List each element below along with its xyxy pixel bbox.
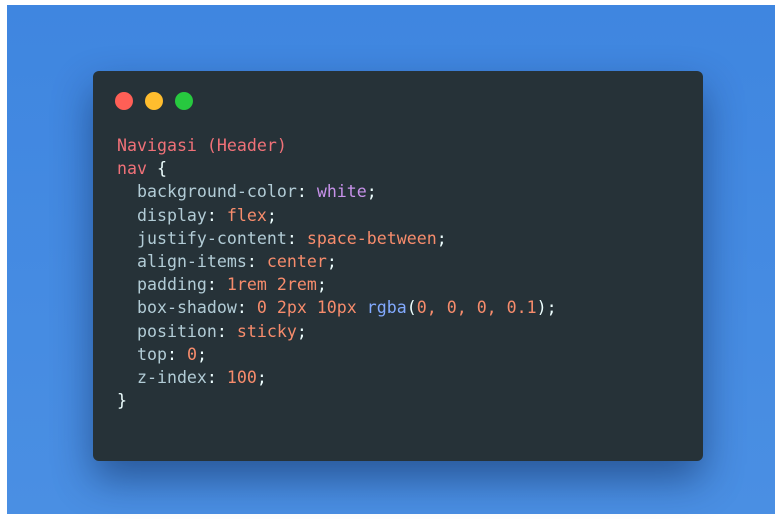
- zoom-dot: [175, 92, 193, 110]
- code-window: Navigasi (Header) nav { background-color:…: [93, 71, 703, 461]
- code-selector-line: nav {: [117, 157, 557, 180]
- open-brace: {: [156, 159, 167, 179]
- css-property: box-shadow: [136, 298, 237, 318]
- blue-background: Navigasi (Header) nav { background-color:…: [7, 5, 775, 514]
- css-value: 0 2px 10px: [256, 298, 357, 318]
- css-value: center: [266, 251, 327, 271]
- css-value: flex: [226, 205, 267, 225]
- css-property: align-items: [136, 251, 247, 271]
- css-value: sticky: [236, 321, 297, 341]
- declaration-line: align-items: center;: [136, 251, 337, 271]
- css-value: white: [316, 182, 367, 202]
- code-block: Navigasi (Header) nav { background-color:…: [117, 134, 557, 412]
- declaration-line: box-shadow: 0 2px 10px rgba(0, 0, 0, 0.1…: [136, 298, 557, 318]
- declaration-line: position: sticky;: [136, 321, 307, 341]
- css-function-args: 0, 0, 0, 0.1: [416, 298, 537, 318]
- css-value: 0: [186, 344, 197, 364]
- css-property: background-color: [136, 182, 297, 202]
- close-dot: [115, 92, 133, 110]
- css-property: padding: [136, 275, 207, 295]
- css-value: 1rem 2rem: [226, 275, 317, 295]
- css-value: space-between: [306, 228, 437, 248]
- declaration-line: z-index: 100;: [136, 367, 267, 387]
- code-comment-line: Navigasi (Header): [117, 134, 557, 157]
- declaration-line: justify-content: space-between;: [136, 228, 447, 248]
- css-value: 100: [226, 367, 257, 387]
- close-brace: }: [117, 391, 127, 411]
- css-property: top: [136, 344, 167, 364]
- window-controls: [115, 92, 193, 110]
- declaration-line: display: flex;: [136, 205, 277, 225]
- css-property: justify-content: [136, 228, 287, 248]
- css-property: z-index: [136, 367, 207, 387]
- minimize-dot: [145, 92, 163, 110]
- css-selector: nav: [117, 159, 147, 179]
- declaration-line: background-color: white;: [136, 182, 377, 202]
- css-property: position: [136, 321, 217, 341]
- css-property: display: [136, 205, 207, 225]
- code-comment: Navigasi (Header): [117, 136, 287, 155]
- css-function-name: rgba: [366, 298, 407, 318]
- declaration-line: top: 0;: [136, 344, 207, 364]
- declaration-line: padding: 1rem 2rem;: [136, 275, 327, 295]
- code-close-line: }: [117, 389, 557, 412]
